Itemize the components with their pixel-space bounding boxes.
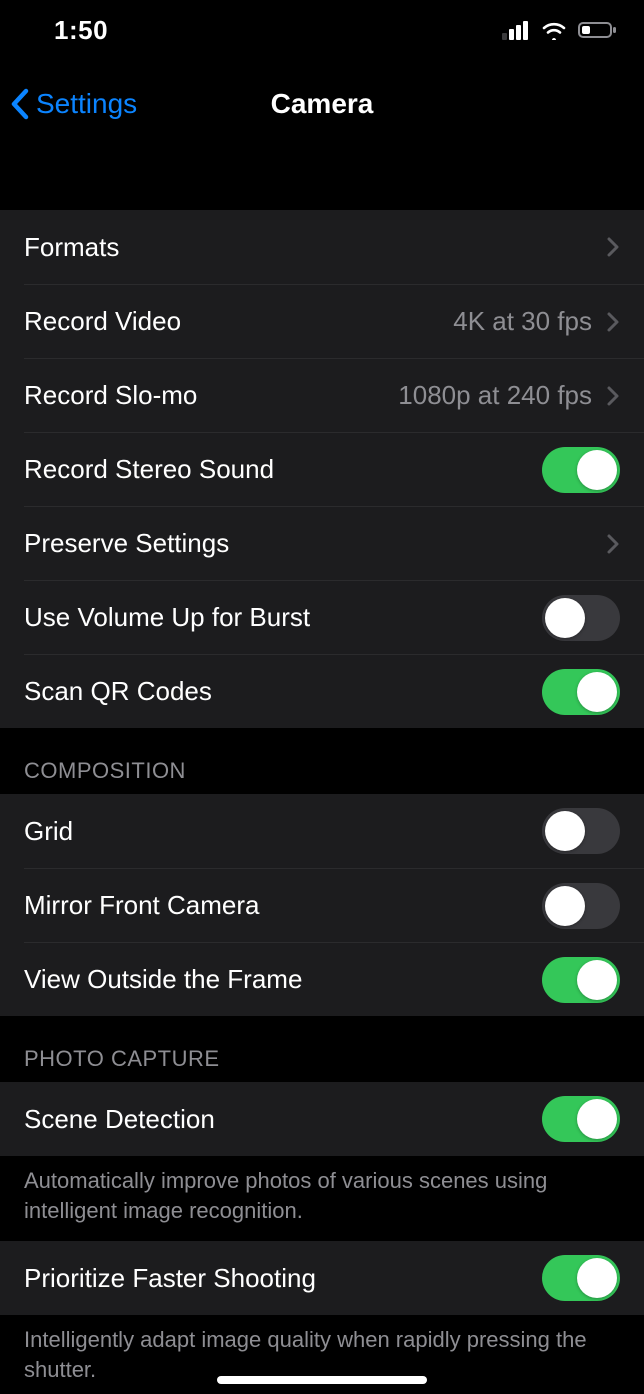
- row-label: Scene Detection: [24, 1104, 215, 1135]
- row-label: Record Video: [24, 306, 181, 337]
- scene-detection-footer: Automatically improve photos of various …: [0, 1156, 644, 1241]
- row-mirror-front: Mirror Front Camera: [24, 868, 644, 942]
- row-label: Record Stereo Sound: [24, 454, 274, 485]
- screen: 1:50: [0, 0, 644, 1394]
- group-header-photo-capture: PHOTO CAPTURE: [0, 1016, 644, 1082]
- toggle-mirror-front[interactable]: [542, 883, 620, 929]
- toggle-grid[interactable]: [542, 808, 620, 854]
- row-value: 1080p at 240 fps: [398, 380, 592, 411]
- chevron-right-icon: [606, 532, 620, 556]
- row-label: Prioritize Faster Shooting: [24, 1263, 316, 1294]
- chevron-right-icon: [606, 384, 620, 408]
- row-preserve-settings[interactable]: Preserve Settings: [24, 506, 644, 580]
- settings-group-photo-capture-1: Scene Detection: [0, 1082, 644, 1156]
- toggle-volume-burst[interactable]: [542, 595, 620, 641]
- back-button[interactable]: Settings: [10, 87, 137, 121]
- row-view-outside: View Outside the Frame: [24, 942, 644, 1016]
- spacer: [0, 148, 644, 210]
- row-grid: Grid: [0, 794, 644, 868]
- row-scene-detection: Scene Detection: [0, 1082, 644, 1156]
- row-prioritize-faster: Prioritize Faster Shooting: [0, 1241, 644, 1315]
- cellular-icon: [502, 20, 530, 40]
- row-volume-burst: Use Volume Up for Burst: [24, 580, 644, 654]
- toggle-scan-qr[interactable]: [542, 669, 620, 715]
- chevron-right-icon: [606, 310, 620, 334]
- home-indicator[interactable]: [217, 1376, 427, 1384]
- chevron-right-icon: [606, 235, 620, 259]
- toggle-prioritize-faster[interactable]: [542, 1255, 620, 1301]
- toggle-record-stereo[interactable]: [542, 447, 620, 493]
- toggle-scene-detection[interactable]: [542, 1096, 620, 1142]
- chevron-left-icon: [10, 87, 30, 121]
- group-header-composition: COMPOSITION: [0, 728, 644, 794]
- toggle-view-outside[interactable]: [542, 957, 620, 1003]
- row-record-slomo[interactable]: Record Slo-mo 1080p at 240 fps: [24, 358, 644, 432]
- row-value: 4K at 30 fps: [453, 306, 592, 337]
- row-label: Grid: [24, 816, 73, 847]
- status-time: 1:50: [54, 15, 108, 46]
- battery-icon: [578, 20, 618, 40]
- row-record-stereo: Record Stereo Sound: [24, 432, 644, 506]
- row-label: Mirror Front Camera: [24, 890, 259, 921]
- row-label: Scan QR Codes: [24, 676, 212, 707]
- row-label: Preserve Settings: [24, 528, 229, 559]
- status-bar: 1:50: [0, 0, 644, 60]
- row-label: Use Volume Up for Burst: [24, 602, 310, 633]
- nav-bar: Settings Camera: [0, 60, 644, 148]
- back-label: Settings: [36, 88, 137, 120]
- row-label: Formats: [24, 232, 119, 263]
- row-label: Record Slo-mo: [24, 380, 197, 411]
- settings-group-composition: Grid Mirror Front Camera View Outside th…: [0, 794, 644, 1016]
- row-record-video[interactable]: Record Video 4K at 30 fps: [24, 284, 644, 358]
- settings-group-main: Formats Record Video 4K at 30 fps Record…: [0, 210, 644, 728]
- row-scan-qr: Scan QR Codes: [24, 654, 644, 728]
- row-label: View Outside the Frame: [24, 964, 302, 995]
- wifi-icon: [540, 20, 568, 40]
- settings-group-photo-capture-2: Prioritize Faster Shooting: [0, 1241, 644, 1315]
- row-formats[interactable]: Formats: [0, 210, 644, 284]
- status-icons: [502, 20, 618, 40]
